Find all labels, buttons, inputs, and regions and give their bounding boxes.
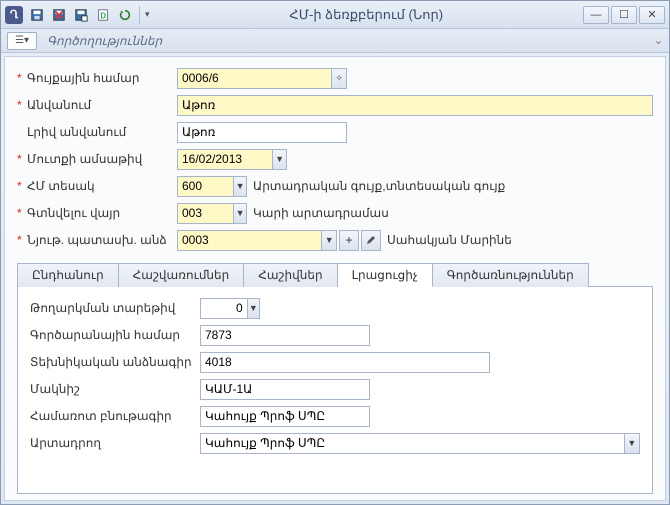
label-release-year: Թողարկման տարեթիվ xyxy=(30,301,200,315)
row-inventory-number: * Գույքային համար ✧ xyxy=(17,67,653,89)
row-full-name: Լրիվ անվանում xyxy=(17,121,653,143)
app-window: Ղ D ▾ ՀՄ-ի ձեռքբերում (Նոր) — ☐ ✕ ☰▾ Գոր… xyxy=(0,0,670,505)
row-hm-type: * ՀՄ տեսակ ▼ Արտադրական գույք,տնտեսական … xyxy=(17,175,653,197)
label-brand: Մակնիշ xyxy=(30,382,200,396)
app-icon: Ղ xyxy=(5,6,23,24)
row-factory-no: Գործարանային համար xyxy=(30,324,640,346)
label-tech-passport: Տեխնիկական անձնագիր xyxy=(30,355,200,369)
short-desc-input[interactable] xyxy=(200,406,370,427)
maximize-button[interactable]: ☐ xyxy=(611,6,637,24)
inventory-number-input[interactable] xyxy=(178,69,331,88)
row-short-desc: Համառոտ բնութագիր xyxy=(30,405,640,427)
ribbon-section-label: Գործողություններ xyxy=(47,34,162,48)
entry-date-input[interactable] xyxy=(178,150,272,169)
view-mode-icon[interactable]: ☰▾ xyxy=(7,32,37,50)
manufacturer-input[interactable] xyxy=(201,434,624,453)
toolbar-separator xyxy=(139,6,140,24)
brand-input[interactable] xyxy=(200,379,370,400)
label-hm-type: ՀՄ տեսակ xyxy=(27,179,177,193)
location-field[interactable]: ▼ xyxy=(177,203,247,224)
full-name-input[interactable] xyxy=(177,122,347,143)
chevron-down-icon[interactable]: ▼ xyxy=(321,231,336,250)
hm-type-input[interactable] xyxy=(178,177,233,196)
responsible-description: Սահակյան Մարինե xyxy=(387,233,512,247)
location-input[interactable] xyxy=(178,204,233,223)
chevron-down-icon[interactable]: ▼ xyxy=(233,204,246,223)
save-close-icon[interactable] xyxy=(49,5,69,25)
chevron-down-icon[interactable]: ▼ xyxy=(233,177,246,196)
chevron-down-icon[interactable]: ▼ xyxy=(247,299,259,318)
wand-icon[interactable]: ✧ xyxy=(331,69,346,88)
titlebar: Ղ D ▾ ՀՄ-ի ձեռքբերում (Նոր) — ☐ ✕ xyxy=(1,1,669,29)
tab-pane-additional: Թողարկման տարեթիվ ▼ Գործարանային համար Տ… xyxy=(17,287,653,494)
row-brand: Մակնիշ xyxy=(30,378,640,400)
entry-date-field[interactable]: ▼ xyxy=(177,149,287,170)
ribbon: ☰▾ Գործողություններ ⌄ xyxy=(1,29,669,53)
required-marker: * xyxy=(17,98,27,112)
required-marker: * xyxy=(17,233,27,247)
inventory-number-field[interactable]: ✧ xyxy=(177,68,347,89)
chevron-down-icon[interactable]: ▼ xyxy=(272,150,286,169)
label-inventory-number: Գույքային համար xyxy=(27,71,177,85)
edit-button[interactable] xyxy=(361,230,381,251)
release-year-field[interactable]: ▼ xyxy=(200,298,260,319)
tab-invoices[interactable]: Հաշիվներ xyxy=(244,263,337,287)
add-button[interactable]: + xyxy=(339,230,359,251)
responsible-field[interactable]: ▼ xyxy=(177,230,337,251)
hm-type-description: Արտադրական գույք,տնտեսական գույք xyxy=(253,179,505,193)
row-entry-date: * Մուտքի ամսաթիվ ▼ xyxy=(17,148,653,170)
manufacturer-field[interactable]: ▼ xyxy=(200,433,640,454)
name-input[interactable] xyxy=(177,95,653,116)
row-release-year: Թողարկման տարեթիվ ▼ xyxy=(30,297,640,319)
tabstrip: Ընդհանուր Հաշվառումներ Հաշիվներ Լրացուցի… xyxy=(17,262,653,287)
responsible-input[interactable] xyxy=(178,231,321,250)
svg-text:D: D xyxy=(100,11,106,20)
release-year-input[interactable] xyxy=(201,299,247,318)
required-marker: * xyxy=(17,152,27,166)
label-location: Գտնվելու վայր xyxy=(27,206,177,220)
required-marker: * xyxy=(17,179,27,193)
refresh-icon[interactable] xyxy=(115,5,135,25)
document-d-icon[interactable]: D xyxy=(93,5,113,25)
label-factory-no: Գործարանային համար xyxy=(30,328,200,342)
tab-operations[interactable]: Գործառնություններ xyxy=(433,263,589,287)
form-panel: * Գույքային համար ✧ * Անվանում Լրիվ անվա… xyxy=(4,56,666,501)
factory-no-input[interactable] xyxy=(200,325,370,346)
label-manufacturer: Արտադրող xyxy=(30,436,200,450)
label-responsible: Նյութ. պատասխ. անձ xyxy=(27,233,177,247)
tab-accounts[interactable]: Հաշվառումներ xyxy=(119,263,245,287)
required-marker: * xyxy=(17,206,27,220)
tab-additional[interactable]: Լրացուցիչ xyxy=(338,263,433,287)
close-button[interactable]: ✕ xyxy=(639,6,665,24)
label-name: Անվանում xyxy=(27,98,177,112)
save-icon[interactable] xyxy=(27,5,47,25)
row-name: * Անվանում xyxy=(17,94,653,116)
required-marker: * xyxy=(17,71,27,85)
location-description: Կարի արտադրամաս xyxy=(253,206,389,220)
label-entry-date: Մուտքի ամսաթիվ xyxy=(27,152,177,166)
row-tech-passport: Տեխնիկական անձնագիր xyxy=(30,351,640,373)
minimize-button[interactable]: — xyxy=(583,6,609,24)
row-responsible: * Նյութ. պատասխ. անձ ▼ + Սահակյան Մարինե xyxy=(17,229,653,251)
ribbon-collapse-icon[interactable]: ⌄ xyxy=(654,34,663,47)
window-title: ՀՄ-ի ձեռքբերում (Նոր) xyxy=(150,7,583,23)
chevron-down-icon[interactable]: ▼ xyxy=(624,434,639,453)
required-marker xyxy=(17,125,27,139)
label-full-name: Լրիվ անվանում xyxy=(27,125,177,139)
save-new-icon[interactable] xyxy=(71,5,91,25)
row-manufacturer: Արտադրող ▼ xyxy=(30,432,640,454)
tab-general[interactable]: Ընդհանուր xyxy=(17,263,119,287)
hm-type-field[interactable]: ▼ xyxy=(177,176,247,197)
pencil-icon xyxy=(365,234,377,246)
label-short-desc: Համառոտ բնութագիր xyxy=(30,409,200,423)
row-location: * Գտնվելու վայր ▼ Կարի արտադրամաս xyxy=(17,202,653,224)
tech-passport-input[interactable] xyxy=(200,352,490,373)
